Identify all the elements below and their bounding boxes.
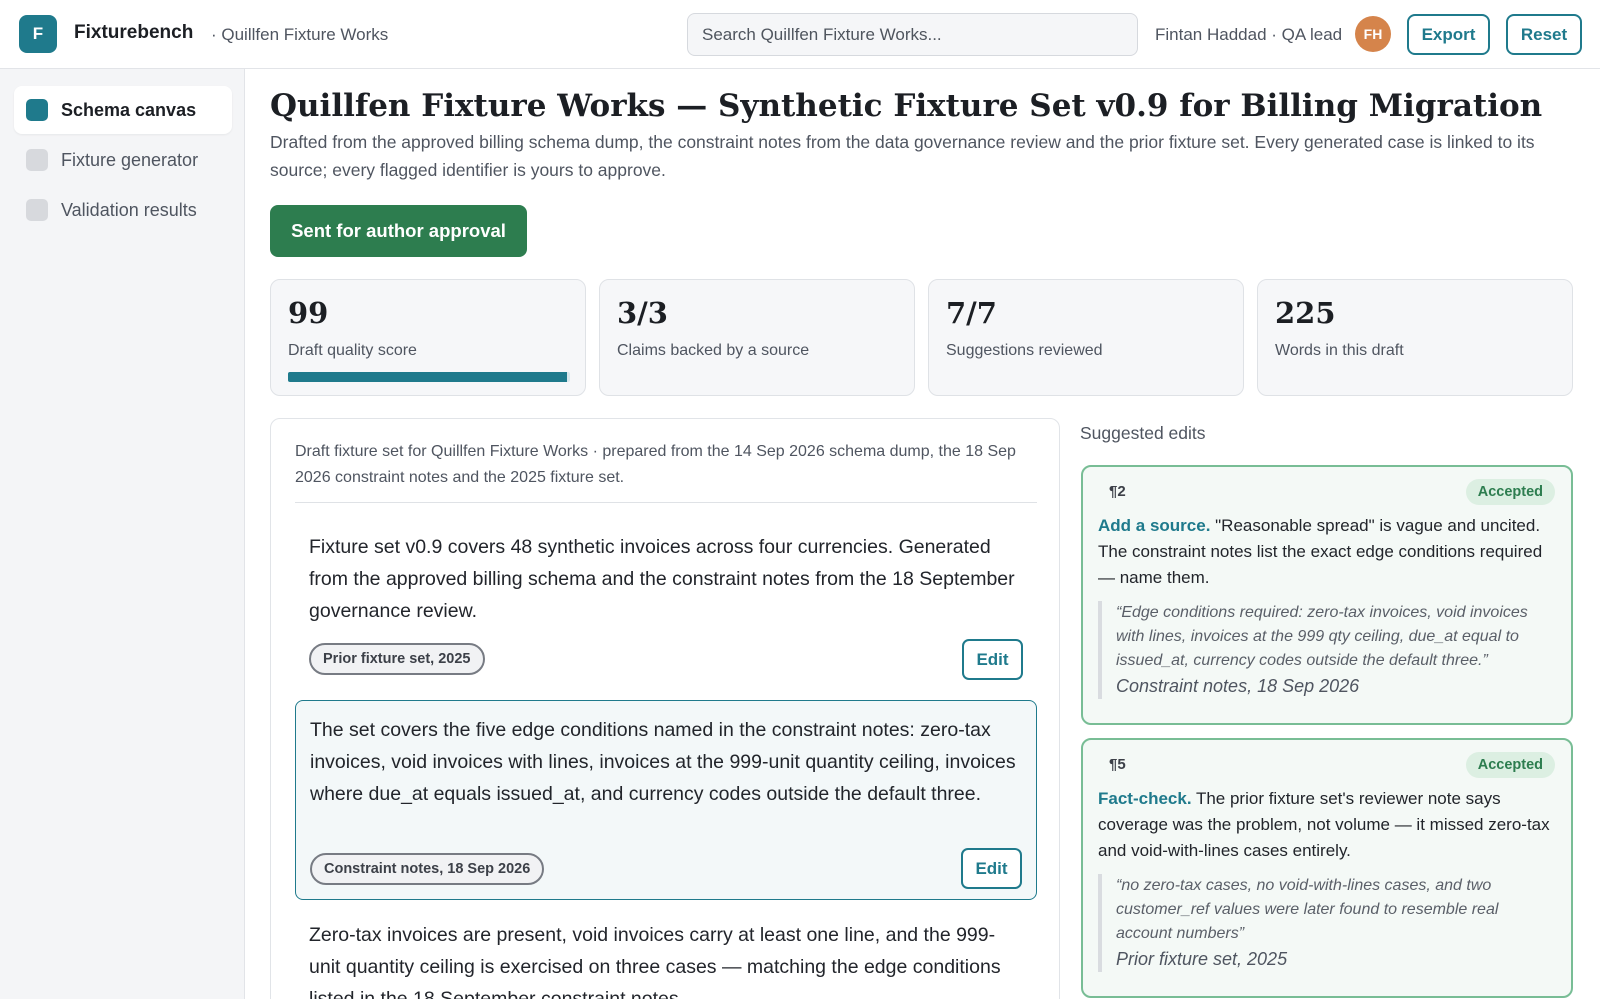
user-name: Fintan Haddad · QA lead [1155,25,1343,44]
suggestion-card[interactable]: ¶5 Accepted Fact-check. The prior fixtur… [1081,738,1573,998]
quote-text: “no zero-tax cases, no void-with-lines c… [1116,877,1499,942]
stat-value: 225 [1275,296,1336,330]
page-intro: Drafted from the approved billing schema… [270,132,1535,180]
paragraph-text: Fixture set v0.9 covers 48 synthetic inv… [309,536,1015,622]
checkbox-icon [26,149,48,171]
edit-button[interactable]: Edit [961,848,1022,889]
checkbox-icon [26,99,48,121]
quote-source: Prior fixture set, 2025 [1116,949,1288,969]
stat-card-claims: 3/3 Claims backed by a source [599,279,915,396]
suggestion-card[interactable]: ¶2 Accepted Add a source. "Reasonable sp… [1081,465,1573,725]
draft-paragraph-selected[interactable]: The set covers the five edge conditions … [295,700,1037,900]
stat-value: 3/3 [617,296,668,330]
source-chip[interactable]: Prior fixture set, 2025 [309,643,485,675]
source-quote: “Edge conditions required: zero-tax invo… [1098,601,1558,699]
sidebar-item-label: Validation results [61,199,197,220]
quality-progress-fill [288,372,568,382]
source-chip[interactable]: Constraint notes, 18 Sep 2026 [310,853,545,885]
paragraph-text: The set covers the five edge conditions … [310,719,1016,805]
search-input[interactable] [687,13,1138,56]
suggestion-action: Add a source. [1098,516,1211,535]
sidebar-item-validation-results[interactable]: Validation results [14,186,232,234]
export-button[interactable]: Export [1407,14,1490,55]
draft-meta: Draft fixture set for Quillfen Fixture W… [295,443,1016,486]
checkbox-icon [26,199,48,221]
sidebar: Schema canvas Fixture generator Validati… [0,69,245,999]
workspace-name: · Quillfen Fixture Works [211,25,389,44]
stat-value: 99 [288,296,329,330]
stat-label: Claims backed by a source [617,342,810,359]
quote-source: Constraint notes, 18 Sep 2026 [1116,676,1360,696]
source-quote: “no zero-tax cases, no void-with-lines c… [1098,874,1558,972]
suggestion-body: Fact-check. The prior fixture set's revi… [1098,786,1558,864]
paragraph-text: Zero-tax invoices are present, void invo… [309,924,1001,999]
sidebar-item-schema-canvas[interactable]: Schema canvas [14,86,232,134]
approval-status-button[interactable]: Sent for author approval [270,205,527,257]
page-title: Quillfen Fixture Works — Synthetic Fixtu… [270,88,1543,124]
stat-label: Draft quality score [288,342,417,359]
paragraph-ref: ¶5 [1109,756,1126,773]
draft-paragraph[interactable]: Fixture set v0.9 covers 48 synthetic inv… [295,531,1037,680]
sidebar-item-label: Schema canvas [61,99,197,120]
suggestion-action: Fact-check. [1098,789,1192,808]
edit-button[interactable]: Edit [962,639,1023,680]
divider [295,502,1037,503]
stat-card-words: 225 Words in this draft [1257,279,1573,396]
draft-panel: Draft fixture set for Quillfen Fixture W… [270,418,1060,999]
app-logo[interactable]: F [19,15,57,53]
status-badge: Accepted [1465,479,1555,505]
reset-button[interactable]: Reset [1506,14,1582,55]
stat-card-suggestions: 7/7 Suggestions reviewed [928,279,1244,396]
sidebar-item-label: Fixture generator [61,149,199,170]
stat-value: 7/7 [946,296,997,330]
sidebar-item-fixture-generator[interactable]: Fixture generator [14,136,232,184]
stat-card-quality: 99 Draft quality score [270,279,586,396]
stat-label: Suggestions reviewed [946,342,1103,359]
avatar[interactable]: FH [1355,16,1391,52]
stat-label: Words in this draft [1275,342,1404,359]
suggestions-heading: Suggested edits [1080,423,1206,443]
status-badge: Accepted [1465,752,1555,778]
draft-paragraph[interactable]: Zero-tax invoices are present, void invo… [295,919,1037,999]
top-bar: F Fixturebench · Quillfen Fixture Works … [0,0,1600,69]
paragraph-ref: ¶2 [1109,483,1126,500]
quote-text: “Edge conditions required: zero-tax invo… [1116,604,1528,669]
quality-progress-bar [288,372,570,382]
app-name: Fixturebench [74,22,194,43]
suggestion-body: Add a source. "Reasonable spread" is vag… [1098,513,1558,591]
